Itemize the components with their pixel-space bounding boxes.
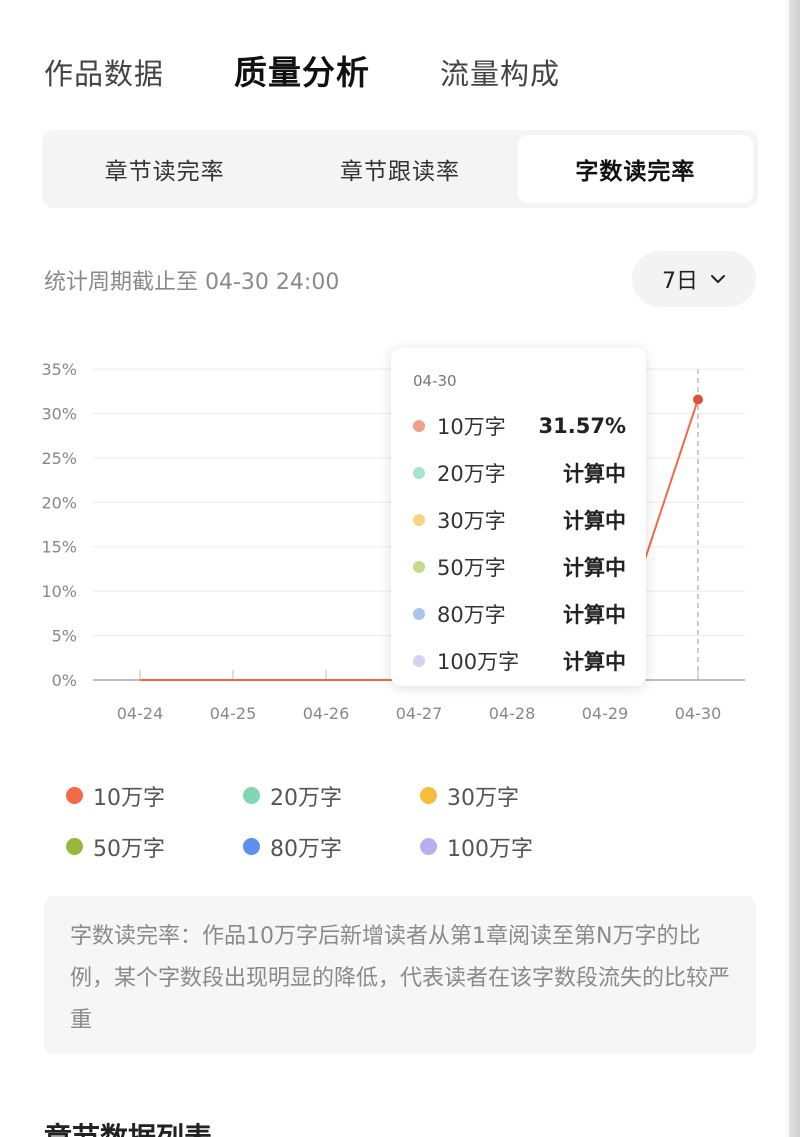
y-tick-label: 30% xyxy=(41,404,77,423)
chart-legend: 10万字 20万字 30万字 50万字 80万字 100万字 xyxy=(66,770,746,872)
tooltip-series-value: 计算中 xyxy=(563,508,626,533)
y-tick-label: 10% xyxy=(41,582,77,601)
chevron-down-icon xyxy=(711,275,725,283)
tooltip-rows: 10万字 31.57% 20万字 计算中 30万字 计算中 50万字 计算中 80万字 计算中 10… xyxy=(413,402,626,684)
y-tick-label: 35% xyxy=(41,360,77,379)
series-dot-icon xyxy=(413,654,425,667)
tooltip-date: 04-30 xyxy=(413,372,457,390)
legend-dot-icon xyxy=(66,838,83,855)
y-tick-label: 25% xyxy=(41,449,77,468)
top-tabs: 作品数据 质量分析 流量构成 xyxy=(44,46,630,94)
x-tick-label: 04-30 xyxy=(675,704,722,723)
chart-tooltip: 04-30 10万字 31.57% 20万字 计算中 30万字 计算中 50万字 计算中 80万… xyxy=(391,348,646,686)
x-tick-label: 04-26 xyxy=(303,704,350,723)
legend-item[interactable]: 100万字 xyxy=(420,821,597,872)
tooltip-series-name: 20万字 xyxy=(437,461,506,486)
tooltip-series-value: 计算中 xyxy=(563,555,626,580)
tooltip-series-value: 计算中 xyxy=(563,602,626,627)
legend-item[interactable]: 50万字 xyxy=(66,821,243,872)
x-tick-label: 04-29 xyxy=(582,704,629,723)
legend-label: 10万字 xyxy=(93,785,165,811)
segment-chapter-follow[interactable]: 章节跟读率 xyxy=(282,135,517,203)
section-title: 章节数据列表 xyxy=(44,1116,212,1137)
segment-chapter-completion[interactable]: 章节读完率 xyxy=(47,135,282,203)
y-tick-label: 20% xyxy=(41,493,77,512)
series-dot-icon xyxy=(413,560,425,573)
legend-dot-icon xyxy=(420,838,437,855)
tab-works-data[interactable]: 作品数据 xyxy=(44,51,164,93)
data-point xyxy=(693,394,703,405)
x-tick-label: 04-27 xyxy=(396,704,443,723)
y-tick-label: 15% xyxy=(41,538,77,557)
tooltip-row: 100万字 计算中 xyxy=(413,637,626,684)
y-tick-label: 5% xyxy=(52,627,77,646)
tooltip-series-value: 计算中 xyxy=(563,461,626,486)
x-tick-label: 04-25 xyxy=(210,704,257,723)
range-value: 7日 xyxy=(662,269,698,294)
legend-label: 50万字 xyxy=(93,836,165,862)
x-tick-label: 04-24 xyxy=(117,704,164,723)
metric-description: 字数读完率：作品10万字后新增读者从第1章阅读至第N万字的比例，某个字数段出现明… xyxy=(44,896,756,1054)
x-tick-label: 04-28 xyxy=(489,704,536,723)
tooltip-series-name: 80万字 xyxy=(437,602,506,627)
tooltip-row: 80万字 计算中 xyxy=(413,590,626,637)
legend-label: 80万字 xyxy=(270,836,342,862)
legend-dot-icon xyxy=(66,787,83,804)
series-dot-icon xyxy=(413,466,425,479)
tooltip-series-name: 50万字 xyxy=(437,555,506,580)
tooltip-series-name: 30万字 xyxy=(437,508,506,533)
tooltip-row: 10万字 31.57% xyxy=(413,402,626,449)
legend-label: 100万字 xyxy=(447,836,533,862)
metric-segmented-control: 章节读完率 章节跟读率 字数读完率 xyxy=(42,130,758,208)
tooltip-row: 20万字 计算中 xyxy=(413,449,626,496)
legend-dot-icon xyxy=(243,838,260,855)
tooltip-series-value: 31.57% xyxy=(538,413,626,438)
legend-label: 20万字 xyxy=(270,785,342,811)
tooltip-row: 30万字 计算中 xyxy=(413,496,626,543)
series-dot-icon xyxy=(413,513,425,526)
tooltip-row: 50万字 计算中 xyxy=(413,543,626,590)
legend-label: 30万字 xyxy=(447,785,519,811)
legend-item[interactable]: 20万字 xyxy=(243,770,420,821)
legend-item[interactable]: 10万字 xyxy=(66,770,243,821)
stat-period-text: 统计周期截止至 04-30 24:00 xyxy=(44,270,340,295)
legend-dot-icon xyxy=(243,787,260,804)
range-selector[interactable]: 7日 xyxy=(632,251,756,307)
tab-quality-analysis[interactable]: 质量分析 xyxy=(234,46,370,94)
legend-dot-icon xyxy=(420,787,437,804)
segment-word-completion[interactable]: 字数读完率 xyxy=(517,135,753,203)
tooltip-series-name: 100万字 xyxy=(437,649,520,674)
legend-item[interactable]: 30万字 xyxy=(420,770,597,821)
tooltip-series-value: 计算中 xyxy=(563,649,626,674)
y-tick-label: 0% xyxy=(52,671,77,690)
series-dot-icon xyxy=(413,419,425,432)
tooltip-series-name: 10万字 xyxy=(437,414,506,439)
legend-item[interactable]: 80万字 xyxy=(243,821,420,872)
series-dot-icon xyxy=(413,607,425,620)
tab-traffic-composition[interactable]: 流量构成 xyxy=(440,51,560,93)
